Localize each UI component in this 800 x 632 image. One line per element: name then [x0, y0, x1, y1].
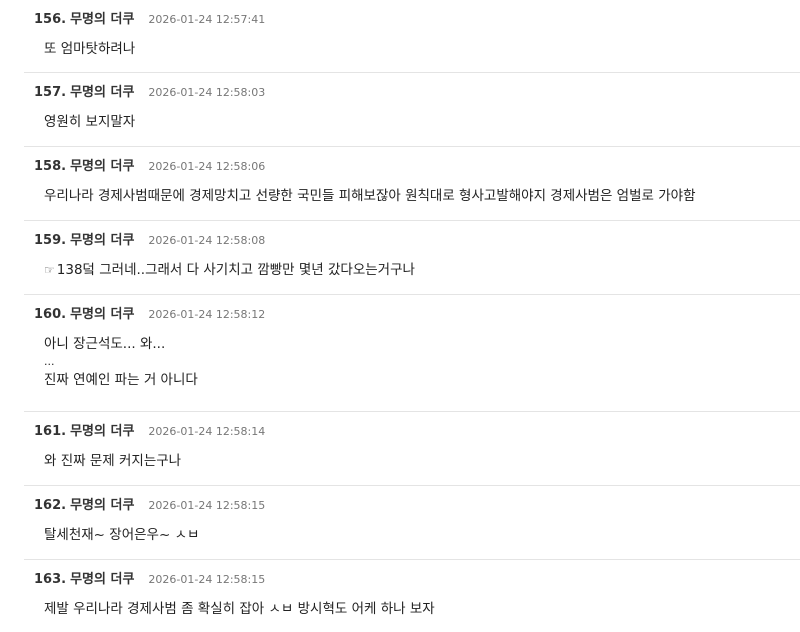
- comment-item: 156. 무명의 더쿠 2026-01-24 12:57:41 또 엄마탓하려나: [24, 0, 800, 73]
- comment-header: 159. 무명의 더쿠 2026-01-24 12:58:08: [34, 221, 800, 248]
- comment-item: 162. 무명의 더쿠 2026-01-24 12:58:15 탈세천재~ 장어…: [24, 486, 800, 560]
- comment-header: 160. 무명의 더쿠 2026-01-24 12:58:12: [34, 295, 800, 322]
- comment-body: 우리나라 경제사범때문에 경제망치고 선량한 국민들 피해보잖아 원칙대로 형사…: [34, 173, 800, 207]
- comment-body: 또 엄마탓하려나: [34, 26, 800, 60]
- comment-author[interactable]: 무명의 더쿠: [70, 420, 134, 439]
- comment-text: 제발 우리나라 경제사범 좀 확실히 잡아 ㅅㅂ 방시혁도 어케 하나 보자: [44, 601, 435, 617]
- comment-item: 159. 무명의 더쿠 2026-01-24 12:58:08 ☞ 138덬 그러…: [24, 221, 800, 295]
- comment-timestamp: 2026-01-24 12:58:12: [148, 308, 266, 321]
- comment-number: 159.: [34, 233, 67, 248]
- comment-header: 162. 무명의 더쿠 2026-01-24 12:58:15: [34, 486, 800, 513]
- comment-author[interactable]: 무명의 더쿠: [70, 568, 134, 587]
- comment-body: 영원히 보지말자: [34, 99, 800, 133]
- comment-body: ☞ 138덬 그러네..그래서 다 사기치고 깜빵만 몇년 갔다오는거구나: [34, 247, 800, 281]
- comment-author[interactable]: 무명의 더쿠: [70, 303, 134, 322]
- comment-text: 와 진짜 문제 커지는구나: [44, 453, 182, 469]
- comment-item: 163. 무명의 더쿠 2026-01-24 12:58:15 제발 우리나라 …: [24, 560, 800, 632]
- comment-timestamp: 2026-01-24 12:58:15: [148, 499, 266, 512]
- comment-number: 163.: [34, 572, 67, 587]
- comment-author[interactable]: 무명의 더쿠: [70, 155, 134, 174]
- comment-timestamp: 2026-01-24 12:58:14: [148, 425, 266, 438]
- comment-header: 156. 무명의 더쿠 2026-01-24 12:57:41: [34, 0, 800, 27]
- comment-body: 탈세천재~ 장어은우~ ㅅㅂ: [34, 512, 800, 546]
- comment-timestamp: 2026-01-24 12:57:41: [148, 13, 266, 26]
- comment-text: ...: [44, 355, 55, 368]
- comment-text: 영원히 보지말자: [44, 114, 136, 130]
- pointing-hand-icon: ☞: [44, 263, 55, 277]
- comment-header: 157. 무명의 더쿠 2026-01-24 12:58:03: [34, 73, 800, 100]
- comment-number: 156.: [34, 12, 67, 27]
- comment-number: 162.: [34, 498, 67, 513]
- comment-body: 와 진짜 문제 커지는구나: [34, 438, 800, 472]
- comment-author[interactable]: 무명의 더쿠: [70, 494, 134, 513]
- comment-timestamp: 2026-01-24 12:58:08: [148, 234, 266, 247]
- comment-item: 158. 무명의 더쿠 2026-01-24 12:58:06 우리나라 경제사…: [24, 147, 800, 221]
- comment-text: 또 엄마탓하려나: [44, 41, 136, 57]
- comment-line: ☞ 138덬 그러네..그래서 다 사기치고 깜빵만 몇년 갔다오는거구나: [44, 259, 800, 281]
- comment-item: 157. 무명의 더쿠 2026-01-24 12:58:03 영원히 보지말자: [24, 73, 800, 147]
- comment-author[interactable]: 무명의 더쿠: [70, 8, 134, 27]
- comment-number: 160.: [34, 307, 67, 322]
- comment-timestamp: 2026-01-24 12:58:06: [148, 160, 266, 173]
- comment-text: 탈세천재~ 장어은우~ ㅅㅂ: [44, 527, 200, 543]
- comment-header: 163. 무명의 더쿠 2026-01-24 12:58:15: [34, 560, 800, 587]
- comment-list: 156. 무명의 더쿠 2026-01-24 12:57:41 또 엄마탓하려나…: [24, 0, 800, 632]
- comment-text: 아니 장근석도... 와...: [44, 336, 166, 352]
- comment-body: 아니 장근석도... 와... ... 진짜 연예인 파는 거 아니다: [34, 321, 800, 391]
- comment-number: 161.: [34, 424, 67, 439]
- comment-text: 138덬 그러네..그래서 다 사기치고 깜빵만 몇년 갔다오는거구나: [56, 262, 415, 278]
- comment-header: 161. 무명의 더쿠 2026-01-24 12:58:14: [34, 412, 800, 439]
- comment-item: 161. 무명의 더쿠 2026-01-24 12:58:14 와 진짜 문제 …: [24, 412, 800, 486]
- comment-header: 158. 무명의 더쿠 2026-01-24 12:58:06: [34, 147, 800, 174]
- comment-text: 진짜 연예인 파는 거 아니다: [44, 372, 198, 388]
- comment-number: 158.: [34, 159, 67, 174]
- comment-body: 제발 우리나라 경제사범 좀 확실히 잡아 ㅅㅂ 방시혁도 어케 하나 보자: [34, 586, 800, 620]
- comment-number: 157.: [34, 85, 67, 100]
- comment-author[interactable]: 무명의 더쿠: [70, 81, 134, 100]
- comment-timestamp: 2026-01-24 12:58:15: [148, 573, 266, 586]
- comment-item: 160. 무명의 더쿠 2026-01-24 12:58:12 아니 장근석도.…: [24, 295, 800, 412]
- comment-text: 우리나라 경제사범때문에 경제망치고 선량한 국민들 피해보잖아 원칙대로 형사…: [44, 188, 696, 204]
- comment-timestamp: 2026-01-24 12:58:03: [148, 86, 266, 99]
- comment-author[interactable]: 무명의 더쿠: [70, 229, 134, 248]
